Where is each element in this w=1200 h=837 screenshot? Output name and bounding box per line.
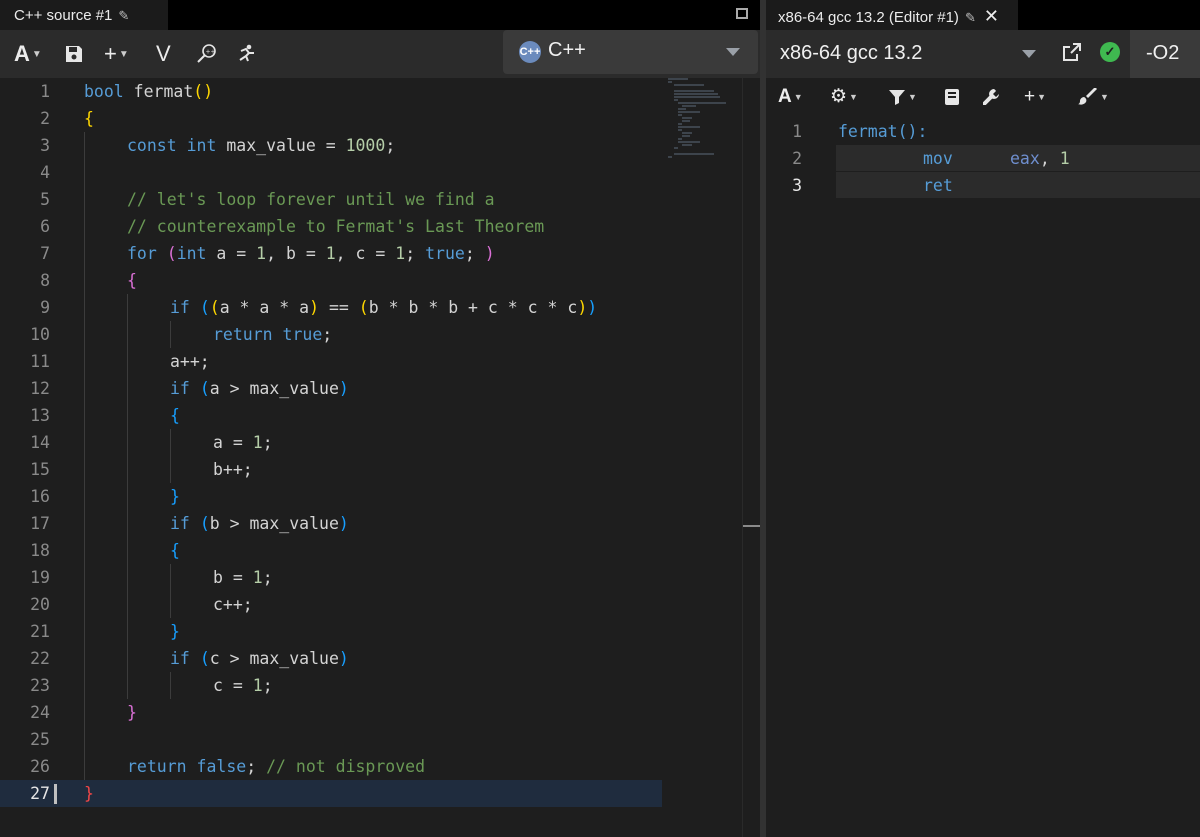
source-tab-bar: C++ source #1 ✎ xyxy=(0,0,760,30)
code-line: 15 b++; xyxy=(30,460,253,479)
code-line: 13{ xyxy=(30,406,180,425)
chevron-down-icon xyxy=(1022,50,1036,58)
source-toolbar: A ▼ + ▼ V ++ C++ C++ xyxy=(0,30,760,78)
vim-mode-button[interactable]: V xyxy=(156,38,171,70)
code-line: 22 if (c > max_value) xyxy=(30,649,349,668)
font-size-button[interactable]: A ▼ xyxy=(778,84,803,110)
code-line: 11 a++; xyxy=(30,352,210,371)
code-line: 17 if (b > max_value) xyxy=(30,514,349,533)
cppinsights-icon[interactable]: ++ xyxy=(194,38,220,70)
tab-cpp-source[interactable]: C++ source #1 ✎ xyxy=(0,0,168,30)
compiler-toolbar: x86-64 gcc 13.2 ✓ -O2 xyxy=(766,30,1200,78)
check-circle-icon[interactable]: ✓ xyxy=(1100,42,1120,62)
compiler-options-value: -O2 xyxy=(1146,42,1180,64)
code-line: 21} xyxy=(30,622,180,641)
code-line: 10 return true; xyxy=(30,325,333,344)
maximize-icon[interactable] xyxy=(736,8,748,19)
cpp-logo-icon: C++ xyxy=(519,41,541,63)
code-line: 9 if ((a * a * a) == (b * b * b + c * c *… xyxy=(40,298,598,317)
scroll-position-marker xyxy=(743,525,760,527)
code-line: 16} xyxy=(30,487,180,506)
code-line: 19 b = 1; xyxy=(30,568,273,587)
code-line: 7 for (int a = 1, b = 1, c = 1; true; ) xyxy=(40,244,495,263)
code-line: 14 a = 1; xyxy=(30,433,273,452)
add-tool-button[interactable]: + ▼ xyxy=(1024,84,1046,110)
code-line: 6// counterexample to Fermat's Last Theo… xyxy=(40,217,545,236)
compiler-name: x86-64 gcc 13.2 xyxy=(780,42,923,64)
svg-text:++: ++ xyxy=(206,49,216,56)
wrench-icon[interactable] xyxy=(982,84,1000,110)
filter-icon[interactable]: ▼ xyxy=(888,84,917,110)
compiler-tab-bar: x86-64 gcc 13.2 (Editor #1) ✎ ✕ xyxy=(766,0,1200,30)
font-size-button[interactable]: A ▼ xyxy=(14,38,42,70)
asm-line: 1 fermat(): xyxy=(792,122,928,141)
code-line: 23 c = 1; xyxy=(30,676,273,695)
language-name: C++ xyxy=(548,39,586,61)
source-editor-pane: C++ source #1 ✎ A ▼ + ▼ V ++ C++ C++ 1 bool … xyxy=(0,0,760,837)
code-line: 12 if (a > max_value) xyxy=(30,379,349,398)
code-line: 5// let's loop forever until we find a xyxy=(40,190,495,209)
tab-compiler[interactable]: x86-64 gcc 13.2 (Editor #1) ✎ ✕ xyxy=(766,0,1018,30)
code-line: 20 c++; xyxy=(30,595,253,614)
add-new-button[interactable]: + ▼ xyxy=(104,38,129,70)
code-line: 8{ xyxy=(40,271,137,290)
compiler-options-input[interactable]: -O2 xyxy=(1130,30,1200,78)
code-line: 2{ xyxy=(40,109,94,128)
save-icon[interactable] xyxy=(64,38,84,70)
asm-line: 3 ret xyxy=(766,172,1200,199)
tab-title: C++ source #1 xyxy=(14,7,113,24)
code-line: 3 const int max_value = 1000; xyxy=(40,136,396,155)
language-select[interactable]: C++ C++ xyxy=(503,30,758,74)
code-line-active: 27} xyxy=(0,780,662,807)
tab-title: x86-64 gcc 13.2 (Editor #1) xyxy=(778,9,959,26)
code-area[interactable]: 1 bool fermat() 2{ 3 const int max_value =… xyxy=(0,78,662,807)
chevron-down-icon xyxy=(726,48,740,56)
code-line: 4 xyxy=(40,163,50,182)
brush-icon[interactable]: ▼ xyxy=(1078,84,1109,110)
minimap[interactable] xyxy=(668,78,740,178)
quickbench-icon[interactable] xyxy=(234,38,258,70)
code-line: 1 bool fermat() xyxy=(40,82,214,101)
vertical-scrollbar[interactable] xyxy=(742,78,760,837)
code-line: 25 xyxy=(30,730,50,749)
code-line: 26 return false; // not disproved xyxy=(30,757,426,776)
text-cursor xyxy=(54,784,57,804)
popout-icon[interactable] xyxy=(1062,42,1082,68)
pencil-icon[interactable]: ✎ xyxy=(118,0,129,32)
close-icon[interactable]: ✕ xyxy=(984,0,999,32)
code-line: 18{ xyxy=(30,541,180,560)
book-icon[interactable] xyxy=(944,84,960,110)
asm-line: 2 mov eax, 1 xyxy=(766,145,1200,172)
code-line: 24} xyxy=(30,703,137,722)
output-toolbar: A ▼ ⚙ ▼ ▼ + ▼ ▼ xyxy=(766,78,1200,116)
compiler-select[interactable]: x86-64 gcc 13.2 xyxy=(766,30,1046,78)
gear-icon[interactable]: ⚙ ▼ xyxy=(830,84,858,110)
assembly-output[interactable]: 1 fermat(): 2 mov eax, 1 3 ret xyxy=(766,118,1200,199)
compiler-pane: x86-64 gcc 13.2 (Editor #1) ✎ ✕ x86-64 gcc… xyxy=(766,0,1200,837)
